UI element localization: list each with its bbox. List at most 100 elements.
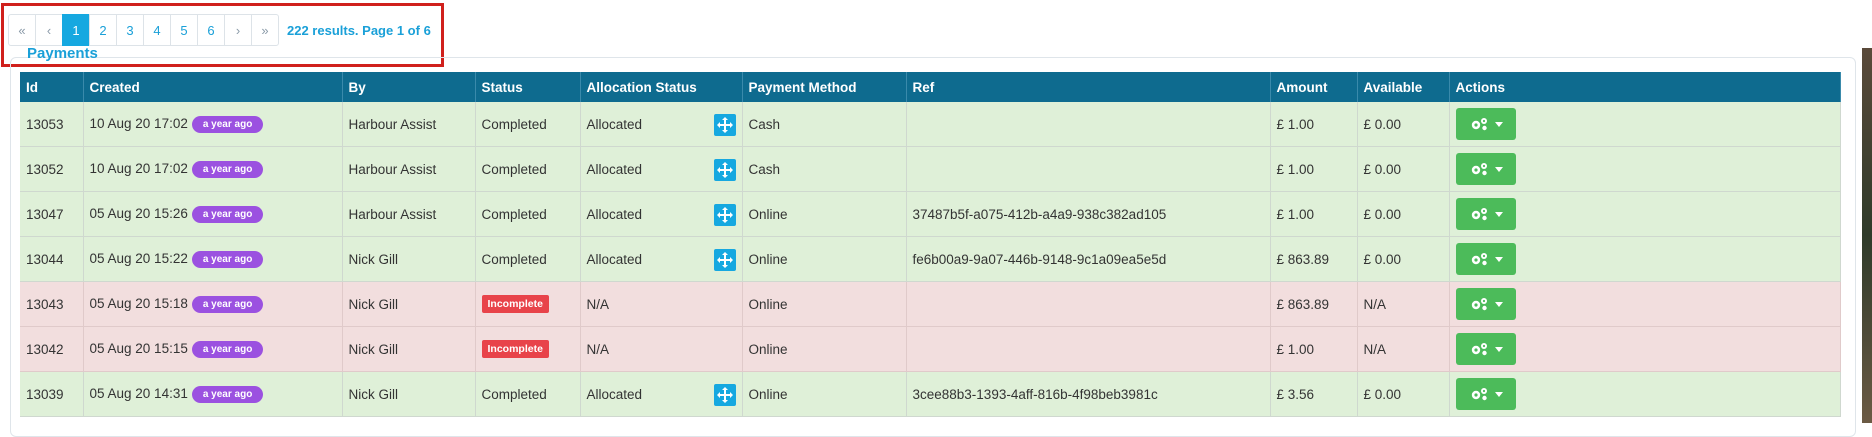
column-header-amount[interactable]: Amount — [1270, 72, 1358, 102]
table-header-row: Id Created By Status Allocation Status P… — [20, 72, 1841, 102]
actions-dropdown-button[interactable] — [1455, 333, 1516, 365]
next-page-button[interactable]: › — [224, 14, 252, 46]
caret-down-icon — [1494, 391, 1503, 397]
cell-ref — [906, 102, 1271, 147]
cell-by: Harbour Assist — [342, 102, 476, 147]
table-row[interactable]: 13044 05 Aug 20 15:22 a year ago Nick Gill C… — [20, 236, 1841, 282]
caret-down-icon — [1494, 211, 1503, 217]
page-button-3[interactable]: 3 — [116, 14, 144, 46]
column-header-ref[interactable]: Ref — [906, 72, 1271, 102]
table-row[interactable]: 13052 10 Aug 20 17:02 a year ago Harbour As… — [20, 146, 1841, 192]
column-header-by[interactable]: By — [342, 72, 476, 102]
column-header-status[interactable]: Status — [475, 72, 581, 102]
cell-amount: £ 1.00 — [1270, 191, 1358, 237]
move-arrows-icon[interactable] — [713, 204, 736, 226]
actions-dropdown-button[interactable] — [1455, 198, 1516, 230]
cell-payment-method: Online — [742, 236, 907, 282]
caret-down-icon — [1494, 166, 1503, 172]
column-header-allocation-status[interactable]: Allocation Status — [580, 72, 743, 102]
page-button-1[interactable]: 1 — [62, 14, 90, 46]
allocation-text: Allocated — [586, 161, 643, 177]
move-arrows-icon[interactable] — [713, 384, 736, 406]
cell-payment-method: Cash — [742, 146, 907, 192]
cell-available: £ 0.00 — [1357, 146, 1450, 192]
table-row[interactable]: 13039 05 Aug 20 14:31 a year ago Nick Gill C… — [20, 371, 1841, 417]
cell-allocation-status: Allocated — [580, 371, 743, 417]
cell-id: 13039 — [20, 371, 84, 417]
cell-payment-method: Online — [742, 326, 907, 372]
cell-ref — [906, 281, 1271, 327]
page-button-5[interactable]: 5 — [170, 14, 198, 46]
gears-icon — [1469, 251, 1489, 267]
last-page-button[interactable]: » — [251, 14, 279, 46]
cell-allocation-status: N/A — [580, 326, 743, 372]
payments-table: Id Created By Status Allocation Status P… — [20, 72, 1841, 417]
cell-by: Harbour Assist — [342, 146, 476, 192]
cell-payment-method: Online — [742, 281, 907, 327]
created-date: 10 Aug 20 17:02 — [89, 160, 188, 176]
age-badge: a year ago — [191, 160, 264, 178]
cell-ref: fe6b00a9-9a07-446b-9148-9c1a09ea5e5d — [906, 236, 1271, 282]
cell-created: 05 Aug 20 14:31 a year ago — [83, 371, 343, 417]
column-header-created[interactable]: Created — [83, 72, 343, 102]
gears-icon — [1469, 116, 1489, 132]
cell-amount: £ 1.00 — [1270, 326, 1358, 372]
page-button-4[interactable]: 4 — [143, 14, 171, 46]
created-date: 05 Aug 20 15:18 — [89, 295, 188, 311]
cell-actions — [1449, 281, 1841, 327]
age-badge: a year ago — [191, 115, 264, 133]
cell-ref: 37487b5f-a075-412b-a4a9-938c382ad105 — [906, 191, 1271, 237]
created-date: 10 Aug 20 17:02 — [89, 115, 188, 131]
move-arrows-icon[interactable] — [713, 249, 736, 271]
cell-status: Incomplete — [475, 281, 581, 327]
cell-id: 13043 — [20, 281, 84, 327]
prev-page-button[interactable]: ‹ — [35, 14, 63, 46]
cell-status: Completed — [475, 102, 581, 147]
page-button-2[interactable]: 2 — [89, 14, 117, 46]
allocation-text: N/A — [586, 341, 610, 357]
column-header-available[interactable]: Available — [1357, 72, 1450, 102]
cell-allocation-status: Allocated — [580, 191, 743, 237]
cell-amount: £ 863.89 — [1270, 281, 1358, 327]
actions-dropdown-button[interactable] — [1455, 378, 1516, 410]
status-text: Completed — [481, 161, 547, 177]
table-row[interactable]: 13047 05 Aug 20 15:26 a year ago Harbour As… — [20, 191, 1841, 237]
cell-status: Completed — [475, 236, 581, 282]
page-button-6[interactable]: 6 — [197, 14, 225, 46]
actions-dropdown-button[interactable] — [1455, 153, 1516, 185]
move-arrows-icon[interactable] — [713, 114, 736, 136]
table-row[interactable]: 13043 05 Aug 20 15:18 a year ago Nick Gill I… — [20, 281, 1841, 327]
allocation-text: N/A — [586, 296, 610, 312]
first-page-button[interactable]: « — [8, 14, 36, 46]
move-arrows-icon[interactable] — [713, 159, 736, 181]
allocation-text: Allocated — [586, 116, 643, 132]
gears-icon — [1469, 206, 1489, 222]
cell-created: 10 Aug 20 17:02 a year ago — [83, 146, 343, 192]
cell-amount: £ 3.56 — [1270, 371, 1358, 417]
actions-dropdown-button[interactable] — [1455, 243, 1516, 275]
cell-allocation-status: Allocated — [580, 236, 743, 282]
cell-ref — [906, 326, 1271, 372]
cell-by: Nick Gill — [342, 371, 476, 417]
created-date: 05 Aug 20 14:31 — [89, 385, 188, 401]
cell-actions — [1449, 146, 1841, 192]
cell-by: Nick Gill — [342, 326, 476, 372]
column-header-payment-method[interactable]: Payment Method — [742, 72, 907, 102]
caret-down-icon — [1494, 256, 1503, 262]
table-row[interactable]: 13042 05 Aug 20 15:15 a year ago Nick Gill I… — [20, 326, 1841, 372]
age-badge: a year ago — [191, 205, 264, 223]
created-date: 05 Aug 20 15:26 — [89, 205, 188, 221]
status-badge: Incomplete — [481, 340, 549, 358]
cell-id: 13044 — [20, 236, 84, 282]
cell-available: £ 0.00 — [1357, 102, 1450, 147]
cell-id: 13042 — [20, 326, 84, 372]
age-badge: a year ago — [191, 295, 264, 313]
status-text: Completed — [481, 206, 547, 222]
table-row[interactable]: 13053 10 Aug 20 17:02 a year ago Harbour As… — [20, 102, 1841, 147]
column-header-id[interactable]: Id — [20, 72, 84, 102]
caret-down-icon — [1494, 121, 1503, 127]
cell-created: 10 Aug 20 17:02 a year ago — [83, 102, 343, 147]
actions-dropdown-button[interactable] — [1455, 108, 1516, 140]
actions-dropdown-button[interactable] — [1455, 288, 1516, 320]
age-badge: a year ago — [191, 340, 264, 358]
